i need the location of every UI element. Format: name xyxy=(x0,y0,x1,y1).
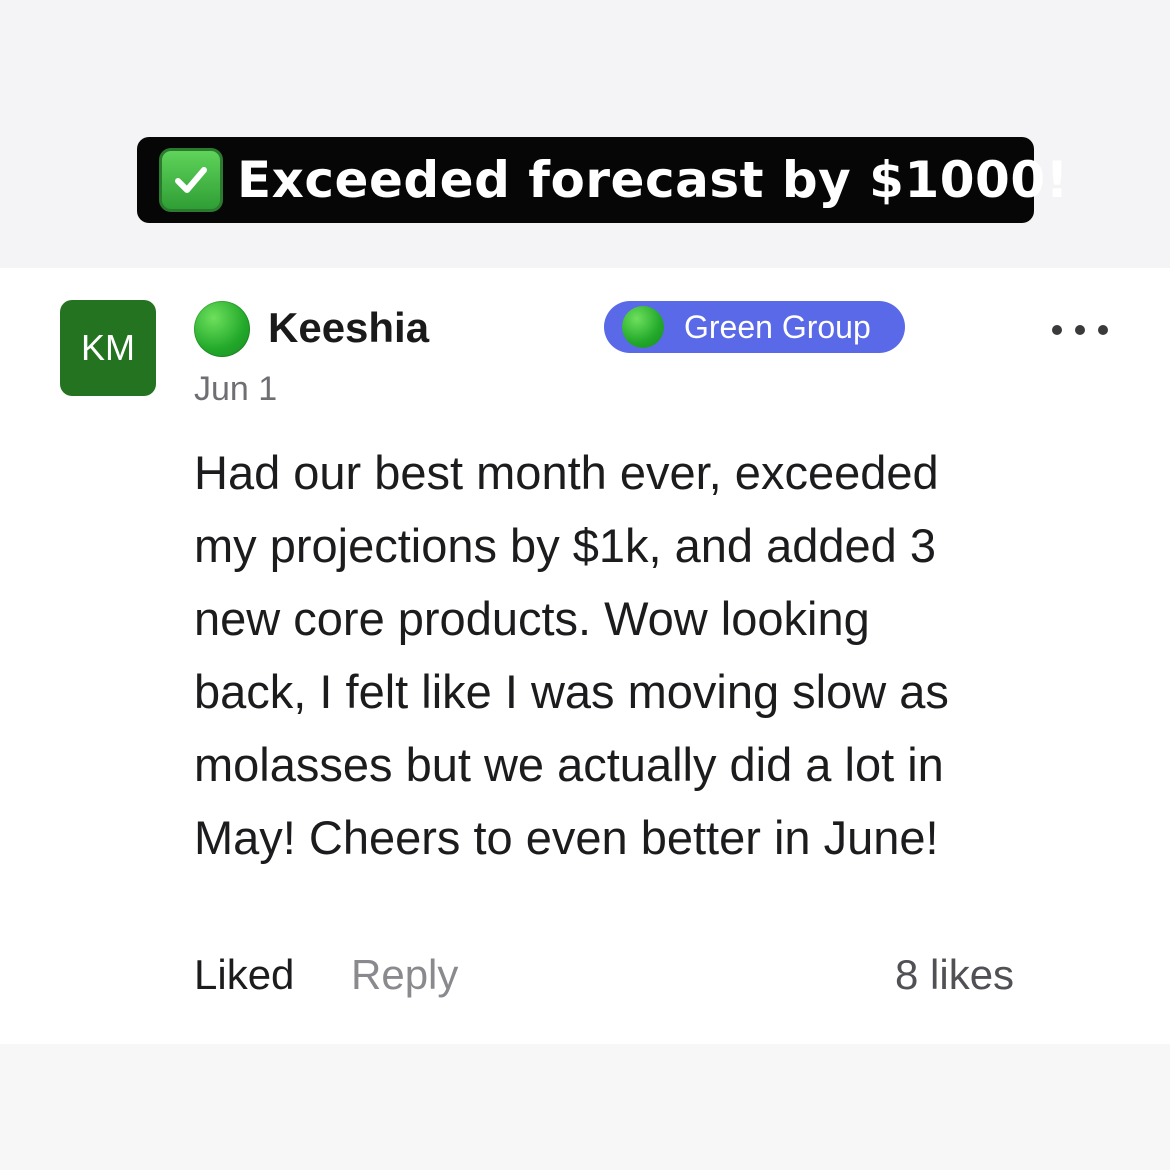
post-body: Had our best month ever, exceeded my pro… xyxy=(194,436,1054,874)
avatar-initials: KM xyxy=(81,327,135,368)
headline-banner: Exceeded forecast by $1000! xyxy=(137,137,1068,223)
liked-button[interactable]: Liked xyxy=(194,951,294,999)
more-dot xyxy=(1052,325,1062,335)
more-dot xyxy=(1075,325,1085,335)
author-name[interactable]: Keeshia xyxy=(268,302,429,354)
check-mark-button-icon xyxy=(159,148,223,212)
post-card: KM Keeshia Green Group Jun 1 Had our bes… xyxy=(0,268,1170,1044)
headline-text: Exceeded forecast by $1000! xyxy=(237,151,1069,209)
post-body-line: molasses but we actually did a lot in xyxy=(194,738,944,791)
avatar[interactable]: KM xyxy=(60,300,156,396)
more-options-icon[interactable] xyxy=(1052,318,1108,342)
likes-count[interactable]: 8 likes xyxy=(895,951,1014,999)
post-body-line: May! Cheers to even better in June! xyxy=(194,811,939,864)
post-body-line: back, I felt like I was moving slow as xyxy=(194,665,949,718)
post-body-line: new core products. Wow looking xyxy=(194,592,870,645)
top-background xyxy=(0,0,1170,268)
post-date: Jun 1 xyxy=(194,370,278,408)
green-circle-icon xyxy=(194,301,250,357)
green-circle-icon xyxy=(622,306,664,348)
group-label: Green Group xyxy=(684,308,871,345)
post-body-line: Had our best month ever, exceeded xyxy=(194,446,939,499)
reply-button[interactable]: Reply xyxy=(351,951,458,999)
post-body-line: my projections by $1k, and added 3 xyxy=(194,519,937,572)
more-dot xyxy=(1098,325,1108,335)
group-badge[interactable]: Green Group xyxy=(604,301,905,353)
